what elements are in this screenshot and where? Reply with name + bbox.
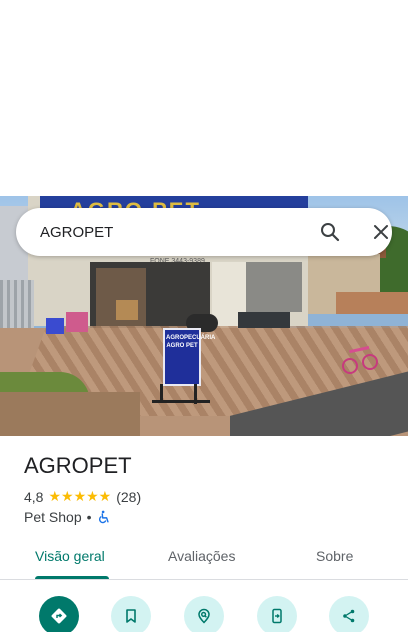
separator-dot: • bbox=[86, 509, 92, 525]
nearby-icon bbox=[198, 608, 210, 624]
place-tabs: Visão geral Avaliações Sobre bbox=[0, 538, 408, 580]
rating-value: 4,8 bbox=[24, 488, 44, 505]
share-button[interactable] bbox=[329, 596, 369, 632]
active-tab-indicator bbox=[35, 576, 109, 579]
directions-icon bbox=[51, 608, 67, 624]
photo-dirt bbox=[0, 392, 140, 436]
review-count[interactable]: (28) bbox=[116, 489, 141, 505]
photo-store-shutter bbox=[246, 262, 302, 312]
star-rating-icon: ★★★★★ bbox=[48, 488, 112, 504]
wheelchair-accessible-icon bbox=[97, 510, 111, 524]
nearby-button[interactable] bbox=[184, 596, 224, 632]
photo-sign-base bbox=[152, 400, 210, 403]
tab-about[interactable]: Sobre bbox=[316, 548, 353, 564]
tab-reviews[interactable]: Avaliações bbox=[168, 548, 235, 564]
search-bar[interactable]: AGROPET bbox=[16, 208, 392, 256]
tab-overview[interactable]: Visão geral bbox=[35, 548, 105, 564]
rating-row[interactable]: 4,8 ★★★★★ (28) bbox=[24, 488, 141, 505]
map-blank-area bbox=[0, 0, 408, 196]
photo-neighbor-wall bbox=[336, 292, 408, 314]
directions-button[interactable] bbox=[39, 596, 79, 632]
share-icon bbox=[343, 609, 355, 623]
photo-bike-wheel-rear bbox=[342, 358, 358, 374]
photo-cart bbox=[238, 312, 290, 328]
close-icon[interactable] bbox=[369, 220, 393, 244]
place-title: AGROPET bbox=[24, 453, 132, 478]
photo-pet-cage bbox=[116, 300, 138, 320]
place-category: Pet Shop bbox=[24, 509, 82, 525]
photo-sign-text: AGROPECUÁRIA AGRO PET bbox=[166, 335, 216, 349]
category-row: Pet Shop • bbox=[24, 509, 111, 525]
send-to-phone-icon bbox=[272, 608, 282, 624]
search-icon[interactable] bbox=[318, 220, 342, 244]
bookmark-icon bbox=[126, 609, 136, 623]
send-to-phone-button[interactable] bbox=[257, 596, 297, 632]
photo-sign-post-left bbox=[160, 384, 163, 400]
photo-blue-stool bbox=[46, 318, 64, 334]
photo-pink-stool bbox=[66, 312, 88, 332]
save-button[interactable] bbox=[111, 596, 151, 632]
